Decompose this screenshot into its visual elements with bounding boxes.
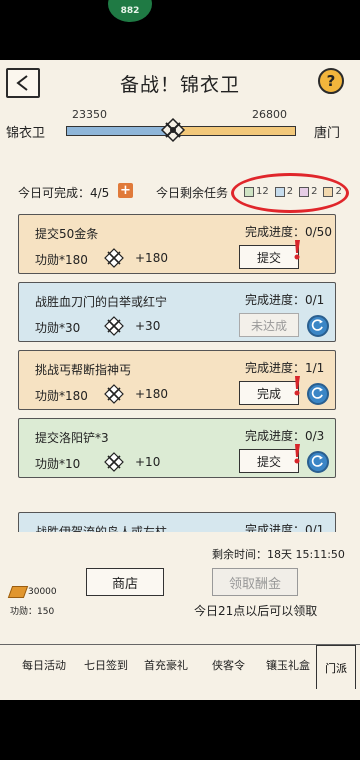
task-submit-button[interactable]: 提交 bbox=[239, 449, 299, 473]
page-title: 备战！锦衣卫 bbox=[119, 74, 240, 96]
bottom-tabs: 每日活动 七日签到 首充豪礼 侠客令 镶玉礼盒 门派 bbox=[0, 644, 360, 689]
task-list[interactable]: 提交50金条 功勋*180 +180 完成进度：0/50 提交 战胜血刀门的白举… bbox=[0, 214, 360, 532]
left-score: 23350 bbox=[72, 108, 107, 121]
tab-seven-day-signin[interactable]: 七日签到 bbox=[84, 657, 128, 673]
refresh-icon[interactable] bbox=[307, 451, 329, 473]
task-complete-button[interactable]: 完成 bbox=[239, 381, 299, 405]
refresh-icon[interactable] bbox=[307, 315, 329, 337]
versus-bar-left-fill bbox=[67, 127, 174, 135]
add-attempts-button[interactable]: + bbox=[118, 183, 133, 198]
task-merit-reward: 功勋*10 bbox=[35, 457, 81, 471]
faction-point-icon bbox=[104, 316, 124, 336]
task-progress: 完成进度：1/1 bbox=[245, 361, 325, 375]
task-card: 战胜伊贺流的鸟人或左柱 完成进度：0/1 bbox=[18, 512, 336, 532]
task-title: 战胜伊贺流的鸟人或左柱 bbox=[35, 525, 168, 532]
bottom-bar bbox=[0, 700, 360, 760]
exclamation-badge-icon bbox=[294, 444, 300, 464]
shop-button[interactable]: 商店 bbox=[86, 568, 164, 596]
status-indicator: 882 bbox=[108, 0, 152, 22]
tab-first-recharge[interactable]: 首充豪礼 bbox=[144, 657, 188, 673]
task-unmet-button: 未达成 bbox=[239, 313, 299, 337]
faction-point-icon bbox=[104, 452, 124, 472]
left-faction: 锦衣卫 bbox=[6, 126, 46, 141]
header: 备战！锦衣卫 ? bbox=[0, 60, 360, 106]
task-card: 挑战丐帮断指神丐 功勋*180 +180 完成进度：1/1 完成 bbox=[18, 350, 336, 410]
task-point-reward: +180 bbox=[135, 251, 168, 265]
task-progress: 完成进度：0/3 bbox=[245, 429, 325, 443]
tab-daily-activity[interactable]: 每日活动 bbox=[22, 657, 66, 673]
tab-sect[interactable]: 门派 bbox=[316, 645, 356, 689]
crossed-swords-icon bbox=[160, 117, 186, 143]
task-merit-reward: 功勋*180 bbox=[35, 389, 88, 403]
task-title: 战胜血刀门的白举或红宁 bbox=[35, 295, 168, 309]
task-point-reward: +30 bbox=[135, 319, 161, 333]
faction-point-icon bbox=[104, 384, 124, 404]
merit-amount: 功勋：150 bbox=[10, 607, 55, 617]
help-button[interactable]: ? bbox=[318, 68, 344, 94]
right-faction: 唐门 bbox=[314, 126, 341, 141]
task-progress: 完成进度：0/1 bbox=[245, 293, 325, 307]
task-point-reward: +180 bbox=[135, 387, 168, 401]
claim-reward-button: 领取酬金 bbox=[212, 568, 298, 596]
faction-versus: 23350 26800 锦衣卫 唐门 bbox=[0, 106, 360, 146]
remaining-time: 剩余时间：18天 15:11:50 bbox=[212, 548, 345, 561]
task-card: 战胜血刀门的白举或红宁 功勋*30 +30 完成进度：0/1 未达成 bbox=[18, 282, 336, 342]
task-card: 提交洛阳铲*3 功勋*10 +10 完成进度：0/3 提交 bbox=[18, 418, 336, 478]
app-screen: 备战！锦衣卫 ? 23350 26800 锦衣卫 唐门 今日可完成：4/5 + … bbox=[0, 60, 360, 700]
exclamation-badge-icon bbox=[294, 376, 300, 396]
daily-completable: 今日可完成：4/5 bbox=[18, 186, 110, 200]
gold-amount: 30000 bbox=[28, 587, 57, 597]
highlight-circle bbox=[231, 173, 349, 213]
tab-jade-gift-box[interactable]: 镶玉礼盒 bbox=[266, 657, 310, 673]
footer-info: 剩余时间：18天 15:11:50 商店 领取酬金 今日21点以后可以领取 30… bbox=[0, 540, 360, 660]
task-title: 挑战丐帮断指神丐 bbox=[35, 363, 132, 377]
task-merit-reward: 功勋*180 bbox=[35, 253, 88, 267]
task-point-reward: +10 bbox=[135, 455, 161, 469]
task-card: 提交50金条 功勋*180 +180 完成进度：0/50 提交 bbox=[18, 214, 336, 274]
daily-remaining-label: 今日剩余任务 bbox=[156, 186, 229, 200]
gold-bar-icon bbox=[7, 586, 29, 598]
status-bar: 882 bbox=[0, 0, 360, 60]
task-progress: 完成进度：0/1 bbox=[245, 523, 325, 532]
task-title: 提交50金条 bbox=[35, 227, 99, 241]
task-merit-reward: 功勋*30 bbox=[35, 321, 81, 335]
refresh-icon[interactable] bbox=[307, 383, 329, 405]
faction-point-icon bbox=[104, 248, 124, 268]
right-score: 26800 bbox=[252, 108, 287, 121]
claim-note: 今日21点以后可以领取 bbox=[194, 604, 318, 618]
tab-xiake-ling[interactable]: 侠客令 bbox=[212, 657, 245, 673]
task-submit-button[interactable]: 提交 bbox=[239, 245, 299, 269]
exclamation-badge-icon bbox=[294, 240, 300, 260]
task-title: 提交洛阳铲*3 bbox=[35, 431, 109, 445]
task-progress: 完成进度：0/50 bbox=[245, 225, 332, 239]
